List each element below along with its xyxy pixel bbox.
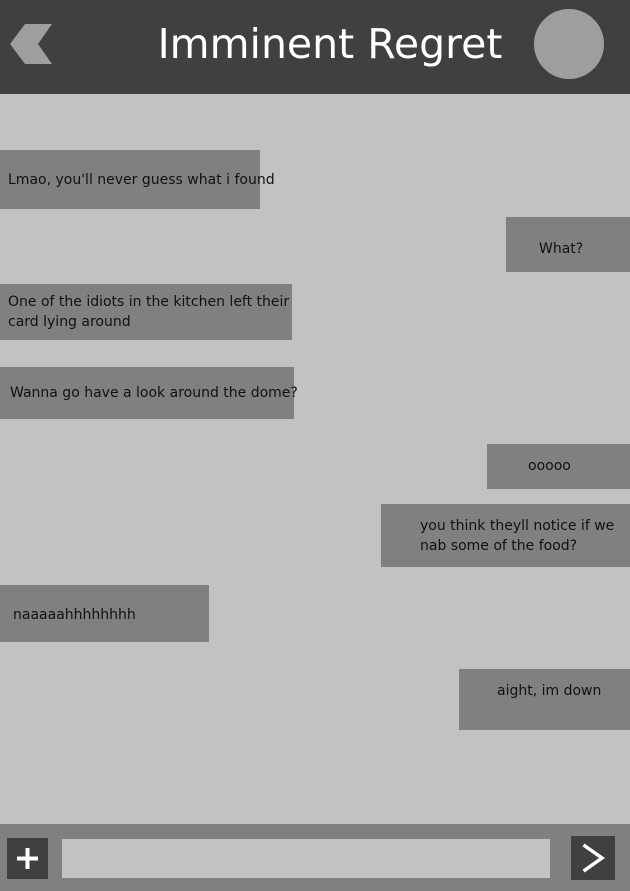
- message-text: One of the idiots in the kitchen left th…: [8, 294, 290, 310]
- plus-icon: [17, 848, 38, 869]
- message-outgoing: you think theyll notice if we nab some o…: [381, 504, 630, 567]
- back-button[interactable]: [10, 24, 54, 64]
- message-incoming: Lmao, you'll never guess what i found: [0, 150, 275, 209]
- message-incoming: Wanna go have a look around the dome?: [0, 367, 298, 419]
- message-text: Wanna go have a look around the dome?: [10, 385, 298, 401]
- send-arrow-icon: [582, 843, 606, 873]
- chevron-left-icon: [10, 24, 52, 64]
- message-outgoing: What?: [506, 217, 630, 272]
- message-list: Lmao, you'll never guess what i found Wh…: [0, 94, 630, 824]
- message-text: What?: [539, 241, 584, 257]
- message-text: naaaaahhhhhhhh: [13, 607, 136, 623]
- message-text: aight, im down: [497, 683, 602, 699]
- message-text: Lmao, you'll never guess what i found: [8, 172, 275, 188]
- send-button[interactable]: [571, 836, 615, 880]
- message-input[interactable]: [62, 839, 550, 878]
- message-incoming: naaaaahhhhhhhh: [0, 585, 209, 642]
- message-text: card lying around: [8, 314, 131, 330]
- message-text: ooooo: [528, 458, 571, 474]
- message-outgoing: ooooo: [487, 444, 630, 489]
- add-attachment-button[interactable]: [7, 838, 48, 879]
- chat-header: Imminent Regret: [0, 0, 630, 94]
- message-text: nab some of the food?: [420, 538, 578, 554]
- composer-bar: [0, 824, 630, 891]
- message-incoming: One of the idiots in the kitchen left th…: [0, 284, 292, 340]
- message-outgoing: aight, im down: [459, 669, 630, 730]
- message-text: you think theyll notice if we: [420, 518, 615, 534]
- avatar[interactable]: [534, 9, 604, 79]
